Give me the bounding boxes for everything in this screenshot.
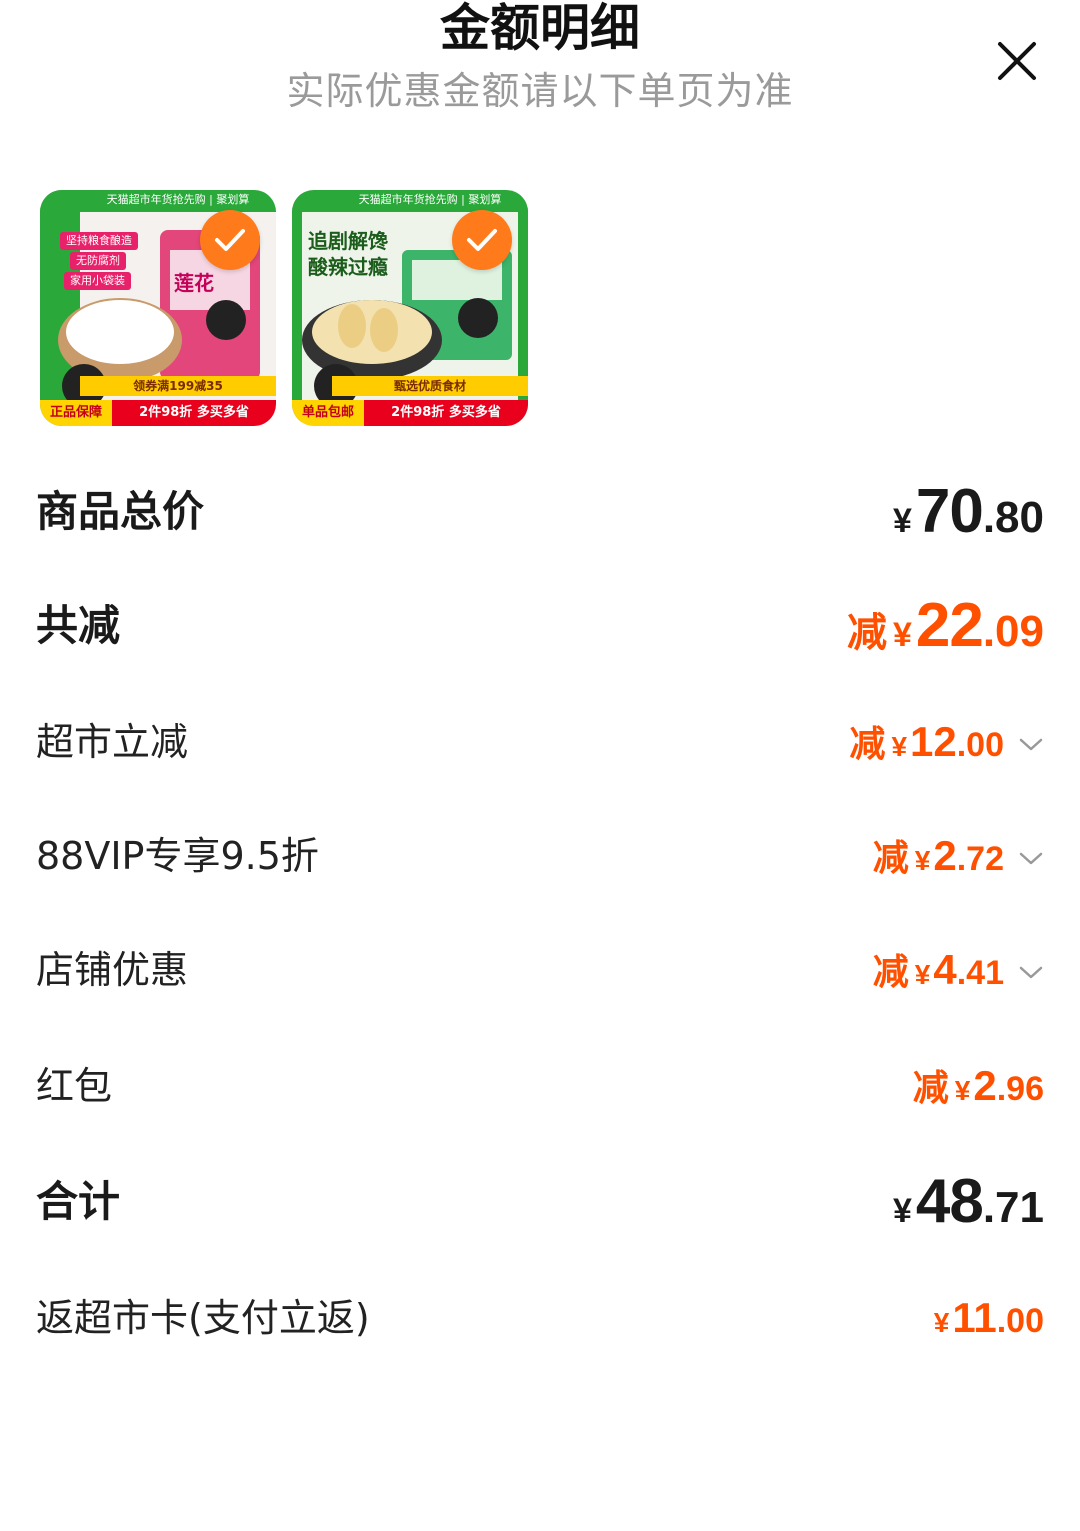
amount-decimal: .09	[982, 607, 1044, 656]
currency-symbol: ¥	[914, 959, 931, 990]
goods-total-label: 商品总价	[36, 487, 205, 536]
product-promo: 2件98折 多买多省	[112, 400, 276, 426]
product-thumbnails: 天猫超市年货抢先购 | 聚划算 坚持粮食酿造 无防腐剂 家用小袋装 莲花 领券满…	[40, 190, 528, 426]
close-button[interactable]	[990, 34, 1044, 88]
discount-amount: 减 ¥ 2 .96	[913, 1056, 1044, 1121]
product-thumb-2[interactable]: 天猫超市年货抢先购 | 聚划算 追剧解馋 酸辣过瘾 甄选优质食材 单品包邮 2件…	[292, 190, 528, 426]
product-badge: 单品包邮	[292, 400, 364, 426]
total-discount-label: 共减	[36, 601, 121, 650]
product-footer: 正品保障 2件98折 多买多省	[40, 400, 276, 426]
discount-label: 超市立减	[36, 720, 189, 764]
goods-total-amount: ¥ 70 .80	[892, 477, 1044, 551]
close-icon	[998, 42, 1036, 80]
cashback-row: 返超市卡(支付立返) ¥ 11 .00	[36, 1288, 1044, 1348]
total-discount-row: 共减 减 ¥ 22 .09	[36, 595, 1044, 657]
total-discount-amount: 减 ¥ 22 .09	[846, 591, 1044, 665]
product-footer: 单品包邮 2件98折 多买多省	[292, 400, 528, 426]
currency-symbol: ¥	[892, 1192, 912, 1230]
chevron-down-icon[interactable]	[1018, 965, 1044, 981]
grand-total-row: 合计 ¥ 48 .71	[36, 1171, 1044, 1233]
discount-label: 红包	[36, 1064, 113, 1108]
page-subtitle: 实际优惠金额请以下单页为准	[286, 69, 794, 113]
cashback-amount: ¥ 11 .00	[934, 1288, 1044, 1353]
discount-amount: 减 ¥ 4 .41	[873, 940, 1044, 1005]
discount-row-red-packet: 红包 减 ¥ 2 .96	[36, 1056, 1044, 1116]
amount-integer: 2	[933, 832, 957, 879]
product-headline: 追剧解馋	[308, 229, 388, 253]
amount-decimal: .00	[996, 1302, 1044, 1340]
discount-prefix: 减	[872, 837, 909, 878]
amount-integer: 4	[933, 946, 957, 993]
currency-symbol: ¥	[892, 616, 912, 654]
selected-check-icon	[452, 210, 512, 270]
discount-label: 88VIP专享9.5折	[36, 834, 319, 878]
amount-integer: 48	[915, 1167, 984, 1236]
cashback-label: 返超市卡(支付立返)	[36, 1296, 370, 1340]
product-badge: 正品保障	[40, 400, 112, 426]
amount-integer: 2	[973, 1062, 997, 1109]
grand-total-amount: ¥ 48 .71	[892, 1167, 1044, 1241]
amount-decimal: .96	[996, 1070, 1044, 1108]
discount-label: 店铺优惠	[36, 948, 189, 992]
amount-decimal: .00	[956, 726, 1004, 764]
product-activity: 领券满199减35	[133, 379, 223, 393]
discount-row-supermarket[interactable]: 超市立减 减 ¥ 12 .00	[36, 712, 1044, 772]
selected-check-icon	[200, 210, 260, 270]
product-tag: 坚持粮食酿造	[60, 232, 138, 250]
discount-amount: 减 ¥ 2 .72	[873, 826, 1044, 891]
amount-integer: 70	[915, 477, 984, 546]
amount-decimal: .72	[956, 840, 1004, 878]
product-thumb-1[interactable]: 天猫超市年货抢先购 | 聚划算 坚持粮食酿造 无防腐剂 家用小袋装 莲花 领券满…	[40, 190, 276, 426]
product-name: 莲花	[174, 271, 214, 295]
product-banner: 天猫超市年货抢先购 | 聚划算	[106, 193, 250, 206]
product-activity: 甄选优质食材	[393, 379, 466, 393]
product-headline: 酸辣过瘾	[308, 255, 388, 279]
discount-prefix: 减	[872, 951, 909, 992]
currency-symbol: ¥	[892, 502, 912, 540]
discount-prefix: 减	[849, 723, 886, 764]
discount-row-88vip[interactable]: 88VIP专享9.5折 减 ¥ 2 .72	[36, 826, 1044, 886]
product-tag: 家用小袋装	[64, 272, 131, 290]
discount-row-store[interactable]: 店铺优惠 减 ¥ 4 .41	[36, 940, 1044, 1000]
amount-integer: 22	[915, 591, 984, 660]
amount-integer: 12	[910, 718, 957, 765]
page-title: 金额明细	[440, 0, 640, 57]
amount-decimal: .80	[982, 493, 1044, 542]
currency-symbol: ¥	[914, 845, 931, 876]
amount-decimal: .71	[982, 1183, 1044, 1232]
product-banner: 天猫超市年货抢先购 | 聚划算	[358, 193, 502, 206]
currency-symbol: ¥	[954, 1075, 971, 1106]
grand-total-label: 合计	[36, 1177, 121, 1226]
currency-symbol: ¥	[891, 731, 908, 762]
currency-symbol: ¥	[933, 1307, 950, 1338]
amount-integer: 11	[952, 1294, 997, 1341]
discount-prefix: 减	[912, 1067, 949, 1108]
amount-decimal: .41	[956, 954, 1004, 992]
discount-prefix: 减	[846, 611, 887, 655]
discount-amount: 减 ¥ 12 .00	[849, 712, 1044, 777]
chevron-down-icon[interactable]	[1018, 851, 1044, 867]
product-tag: 无防腐剂	[70, 252, 126, 270]
goods-total-row: 商品总价 ¥ 70 .80	[36, 481, 1044, 543]
chevron-down-icon[interactable]	[1018, 737, 1044, 753]
product-promo: 2件98折 多买多省	[364, 400, 528, 426]
